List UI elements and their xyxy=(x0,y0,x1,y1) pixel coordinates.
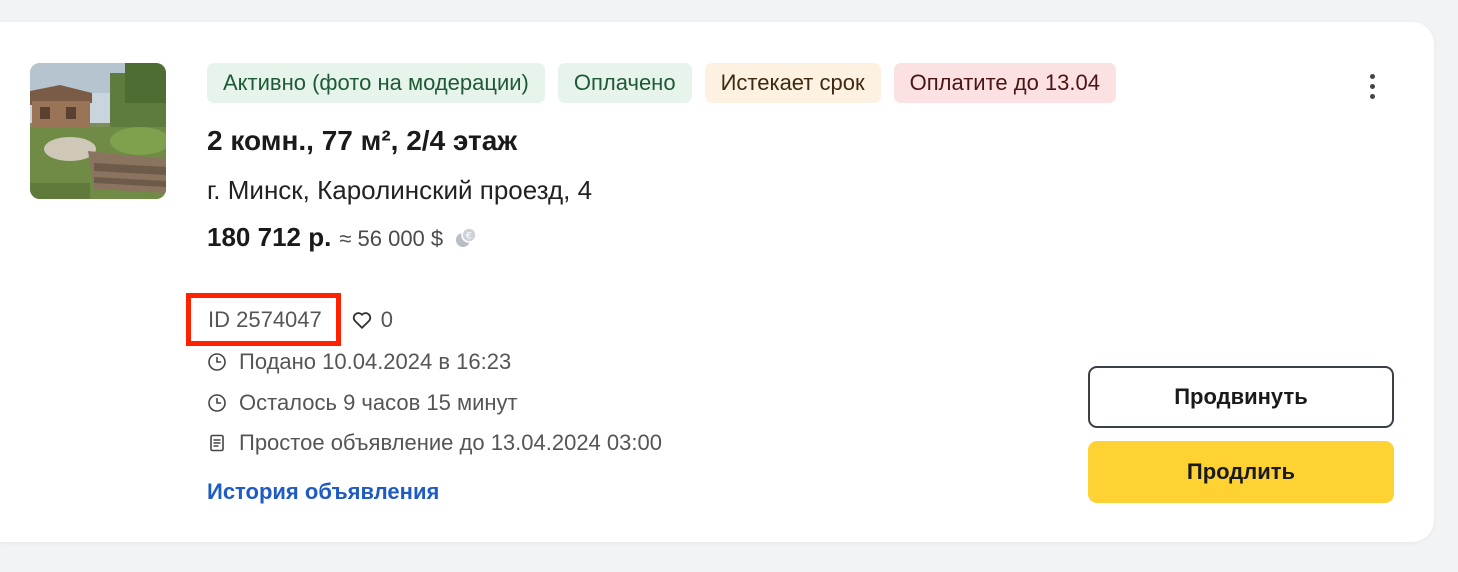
status-badge-paid: Оплачено xyxy=(557,63,692,103)
remaining-text: Осталось 9 часов 15 минут xyxy=(239,390,518,415)
history-link[interactable]: История объявления xyxy=(207,479,439,505)
remaining-info: Осталось 9 часов 15 минут xyxy=(207,390,518,416)
listing-title[interactable]: 2 комн., 77 м², 2/4 этаж xyxy=(207,125,517,157)
favorites-counter: 0 xyxy=(351,307,393,333)
plan-info: Простое объявление до 13.04.2024 03:00 xyxy=(207,430,662,456)
status-badge-expiring: Истекает срок xyxy=(704,63,881,103)
document-icon xyxy=(210,434,224,452)
more-vertical-icon[interactable] xyxy=(1352,66,1392,106)
status-badges: Активно (фото на модерации) Оплачено Ист… xyxy=(207,63,1116,103)
listing-photo xyxy=(30,63,166,199)
listing-address: г. Минск, Каролинский проезд, 4 xyxy=(207,175,593,205)
listing-price: 180 712 р. xyxy=(207,222,332,252)
submitted-info: Подано 10.04.2024 в 16:23 xyxy=(207,349,511,375)
listing-id-highlight: ID 2574047 xyxy=(186,293,341,346)
listing-card: Активно (фото на модерации) Оплачено Ист… xyxy=(0,22,1434,542)
status-badge-active: Активно (фото на модерации) xyxy=(207,63,545,103)
clock-icon xyxy=(208,394,226,412)
price-approx-usd: ≈ 56 000 $ xyxy=(339,226,444,251)
extend-button[interactable]: Продлить xyxy=(1088,441,1394,503)
plan-text: Простое объявление до 13.04.2024 03:00 xyxy=(239,430,662,455)
submitted-text: Подано 10.04.2024 в 16:23 xyxy=(239,349,512,374)
id-row: ID 2574047 0 xyxy=(186,293,393,346)
status-badge-pay-until: Оплатите до 13.04 xyxy=(893,63,1116,103)
promote-button[interactable]: Продвинуть xyxy=(1088,366,1394,428)
price-row: 180 712 р. ≈ 56 000 $ € xyxy=(207,222,479,253)
currency-exchange-icon[interactable]: € xyxy=(453,225,479,251)
clock-icon xyxy=(208,353,226,371)
listing-thumbnail[interactable] xyxy=(30,63,166,199)
listing-id: ID 2574047 xyxy=(208,306,322,332)
heart-icon xyxy=(352,311,371,329)
svg-text:€: € xyxy=(466,231,472,241)
favorites-count: 0 xyxy=(380,306,394,332)
